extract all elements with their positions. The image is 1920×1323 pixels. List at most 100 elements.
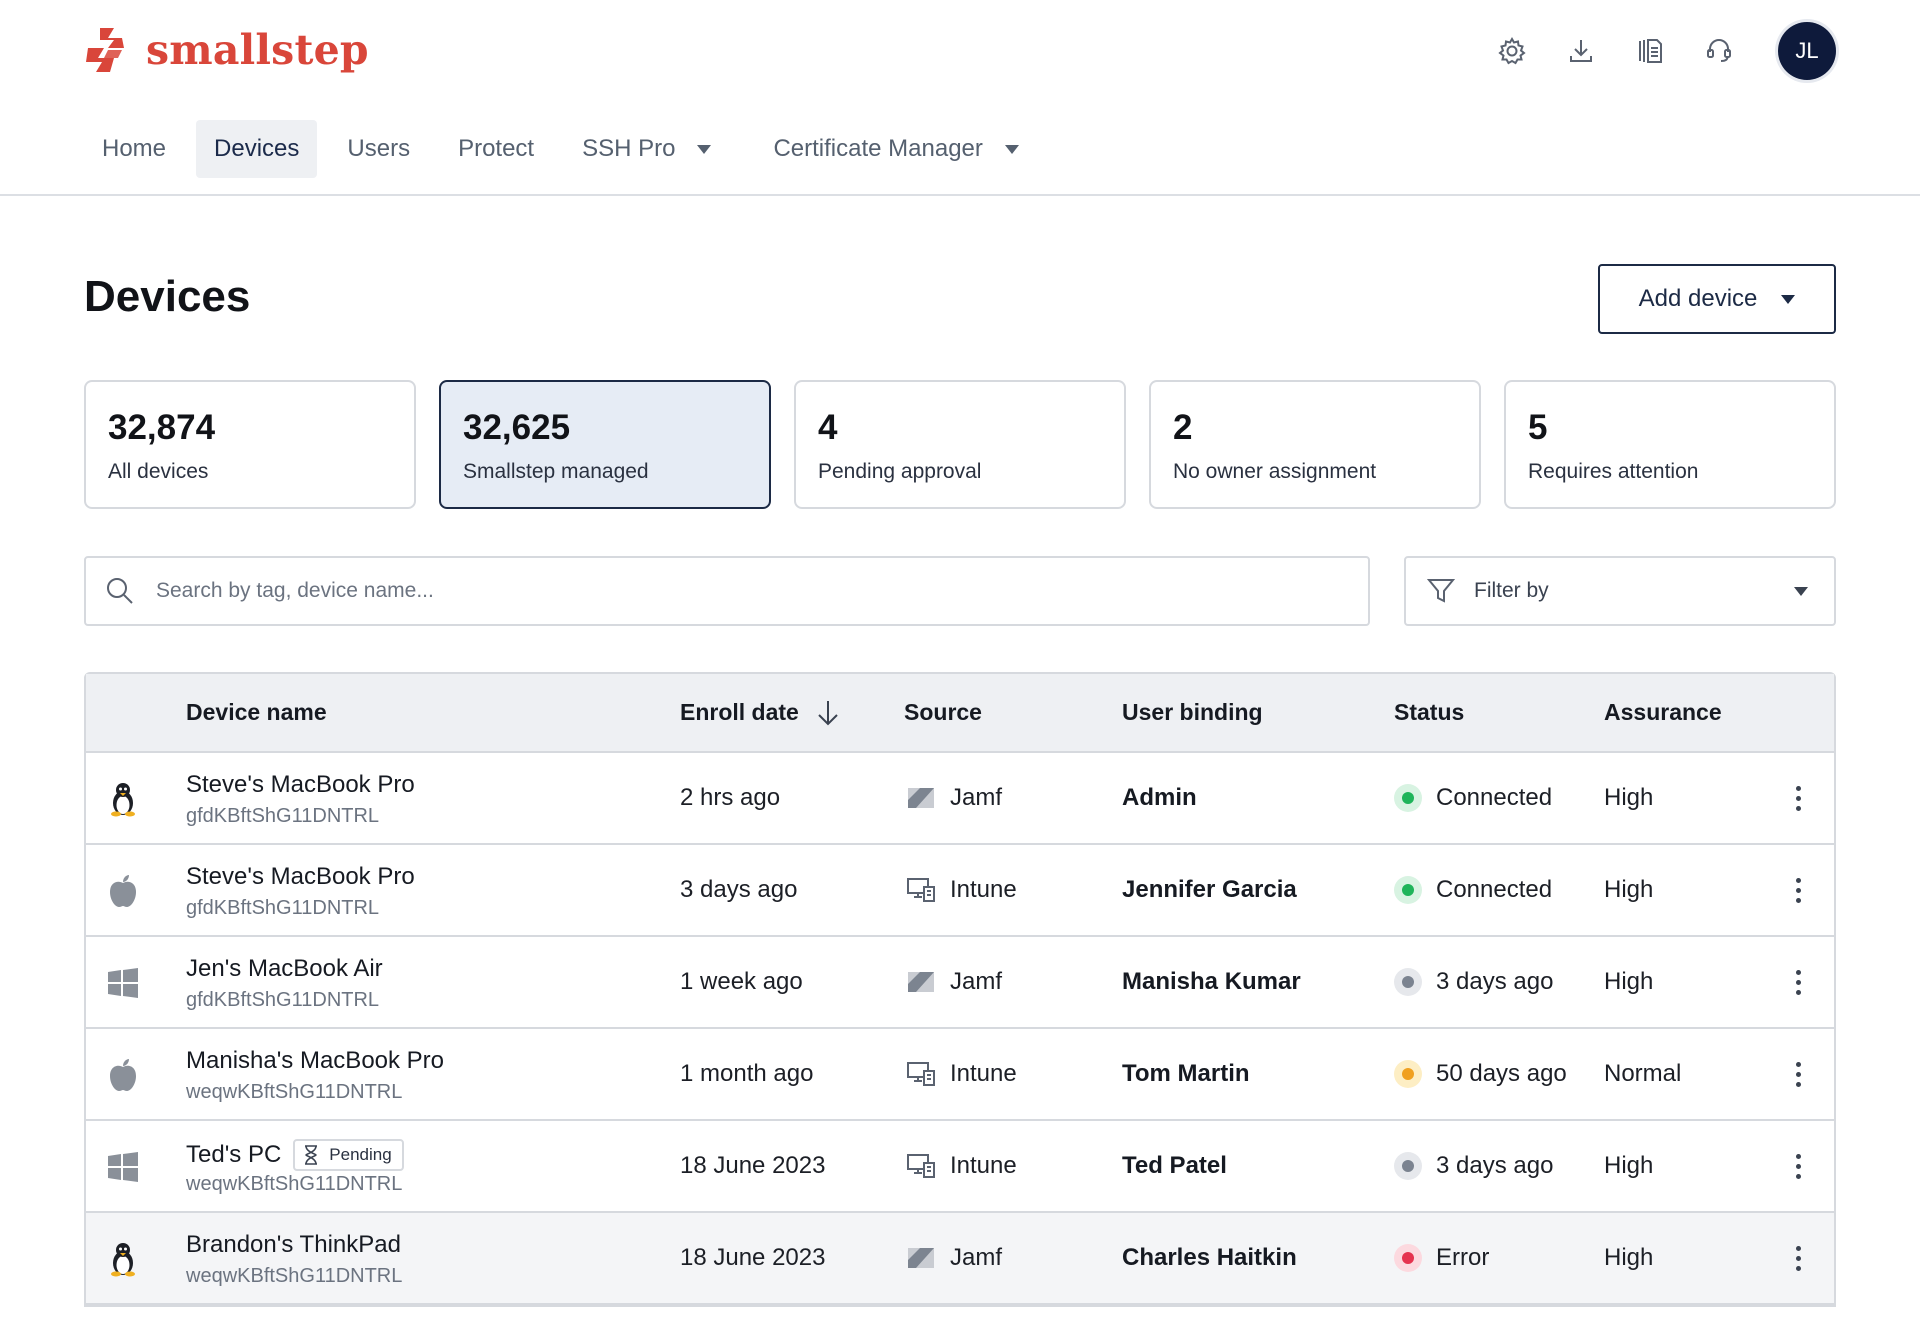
search-icon [107, 578, 133, 604]
nav-users[interactable]: Users [329, 120, 428, 178]
linux-icon [111, 783, 135, 817]
user-binding: Charles Haitkin [1122, 1244, 1297, 1271]
table-row[interactable]: Manisha's MacBook Pro weqwKBftShG11DNTRL… [86, 1029, 1834, 1121]
filter-icon [1426, 579, 1456, 603]
stat-label: Smallstep managed [463, 460, 649, 483]
smallstep-logo-icon [86, 28, 124, 72]
download-icon[interactable] [1560, 30, 1602, 72]
sort-down-icon [818, 700, 838, 725]
intune-icon [907, 878, 935, 902]
device-name[interactable]: Manisha's MacBook Pro [186, 1047, 444, 1075]
user-avatar[interactable]: JL [1778, 22, 1836, 80]
status: 50 days ago [1394, 1060, 1567, 1088]
device-id: weqwKBftShG11DNTRL [186, 1265, 403, 1287]
enroll-date: 3 days ago [680, 876, 798, 903]
hourglass-icon [305, 1145, 318, 1165]
nav-ssh-pro-label: SSH Pro [582, 135, 676, 162]
stat-card-pending-approval[interactable]: 4 Pending approval [794, 380, 1126, 509]
stat-label: No owner assignment [1173, 460, 1377, 483]
column-header-enroll-date[interactable]: Enroll date [680, 699, 841, 727]
assurance: Normal [1604, 1060, 1682, 1087]
nav-users-label: Users [347, 135, 411, 162]
status-label: Error [1436, 1244, 1490, 1271]
nav-ssh-pro[interactable]: SSH Pro [564, 120, 729, 178]
stat-label: Requires attention [1528, 460, 1699, 483]
chevron-down-icon [1781, 294, 1796, 304]
page-title: Devices [84, 272, 251, 321]
table-row[interactable]: Steve's MacBook Pro gfdKBftShG11DNTRL 3 … [86, 845, 1834, 937]
device-id: weqwKBftShG11DNTRL [186, 1081, 403, 1103]
column-header-source[interactable]: Source [904, 699, 982, 726]
enroll-date: 1 week ago [680, 968, 803, 995]
more-options-icon[interactable] [1786, 1054, 1810, 1094]
nav-devices[interactable]: Devices [196, 120, 318, 178]
device-name[interactable]: Steve's MacBook Pro [186, 863, 415, 891]
brand-logo[interactable]: smallstep [84, 26, 369, 74]
nav-certificate-manager[interactable]: Certificate Manager [755, 120, 1036, 178]
chevron-down-icon [1794, 586, 1808, 596]
column-header-user-binding[interactable]: User binding [1122, 699, 1263, 726]
more-options-icon[interactable] [1786, 1238, 1810, 1278]
source: Intune [906, 1060, 1017, 1088]
jamf-icon [908, 1248, 934, 1268]
status-warning-icon [1394, 1060, 1422, 1088]
apple-icon [110, 875, 136, 907]
table-row[interactable]: Ted's PC Pending weqwKBftShG11DNTRL 18 J… [86, 1121, 1834, 1213]
assurance: High [1604, 1152, 1654, 1179]
more-options-icon[interactable] [1786, 1146, 1810, 1186]
device-name-text: Ted's PC [186, 1141, 282, 1168]
status-label: Connected [1436, 784, 1553, 811]
device-id: weqwKBftShG11DNTRL [186, 1173, 403, 1195]
assurance: High [1604, 1244, 1654, 1271]
device-name[interactable]: Steve's MacBook Pro [186, 771, 415, 799]
column-header-assurance[interactable]: Assurance [1604, 699, 1722, 726]
nav-protect[interactable]: Protect [440, 120, 552, 178]
user-binding: Jennifer Garcia [1122, 876, 1297, 903]
more-options-icon[interactable] [1786, 962, 1810, 1002]
device-name[interactable]: Brandon's ThinkPad [186, 1231, 401, 1259]
device-name-text: Steve's MacBook Pro [186, 771, 415, 798]
linux-icon [111, 1243, 135, 1277]
table-row[interactable]: Steve's MacBook Pro gfdKBftShG11DNTRL 2 … [86, 753, 1834, 845]
user-binding: Ted Patel [1122, 1152, 1227, 1179]
device-name-text: Jen's MacBook Air [186, 955, 383, 982]
device-name-text: Manisha's MacBook Pro [186, 1047, 445, 1074]
stat-card-no-owner[interactable]: 2 No owner assignment [1149, 380, 1481, 509]
status: Error [1394, 1244, 1489, 1272]
user-binding: Admin [1122, 784, 1197, 811]
column-header-status[interactable]: Status [1394, 699, 1464, 726]
search-input[interactable] [156, 579, 1256, 603]
assurance: High [1604, 968, 1654, 995]
apple-icon [110, 1059, 136, 1091]
stat-card-requires-attention[interactable]: 5 Requires attention [1504, 380, 1836, 509]
more-options-icon[interactable] [1786, 870, 1810, 910]
more-options-icon[interactable] [1786, 778, 1810, 818]
support-icon[interactable] [1698, 30, 1740, 72]
devices-table: Device name Enroll date Source User bind… [84, 672, 1836, 1307]
device-name[interactable]: Ted's PC Pending [186, 1139, 404, 1171]
device-name[interactable]: Jen's MacBook Air [186, 955, 383, 983]
device-id: gfdKBftShG11DNTRL [186, 805, 380, 827]
filter-dropdown[interactable]: Filter by [1404, 556, 1836, 626]
add-device-button[interactable]: Add device [1598, 264, 1836, 334]
stats-row: 32,874 All devices 32,625 Smallstep mana… [84, 380, 1836, 509]
gear-icon[interactable] [1491, 30, 1533, 72]
source-label: Jamf [950, 1244, 1003, 1271]
table-row[interactable]: Brandon's ThinkPad weqwKBftShG11DNTRL 18… [86, 1213, 1834, 1305]
stat-label: Pending approval [818, 460, 982, 483]
status-idle-icon [1394, 968, 1422, 996]
source-label: Intune [950, 1152, 1017, 1179]
stat-value: 32,625 [463, 408, 571, 447]
nav-home[interactable]: Home [84, 120, 184, 178]
table-row[interactable]: Jen's MacBook Air gfdKBftShG11DNTRL 1 we… [86, 937, 1834, 1029]
status-label: 50 days ago [1436, 1060, 1567, 1087]
stat-card-all-devices[interactable]: 32,874 All devices [84, 380, 416, 509]
column-header-device-name[interactable]: Device name [186, 699, 327, 726]
user-binding: Manisha Kumar [1122, 968, 1301, 995]
nav-protect-label: Protect [458, 135, 535, 162]
docs-icon[interactable] [1629, 30, 1671, 72]
stat-value: 2 [1173, 408, 1193, 447]
stat-card-smallstep-managed[interactable]: 32,625 Smallstep managed [439, 380, 771, 509]
stat-value: 4 [818, 408, 838, 447]
search-bar [84, 556, 1370, 626]
